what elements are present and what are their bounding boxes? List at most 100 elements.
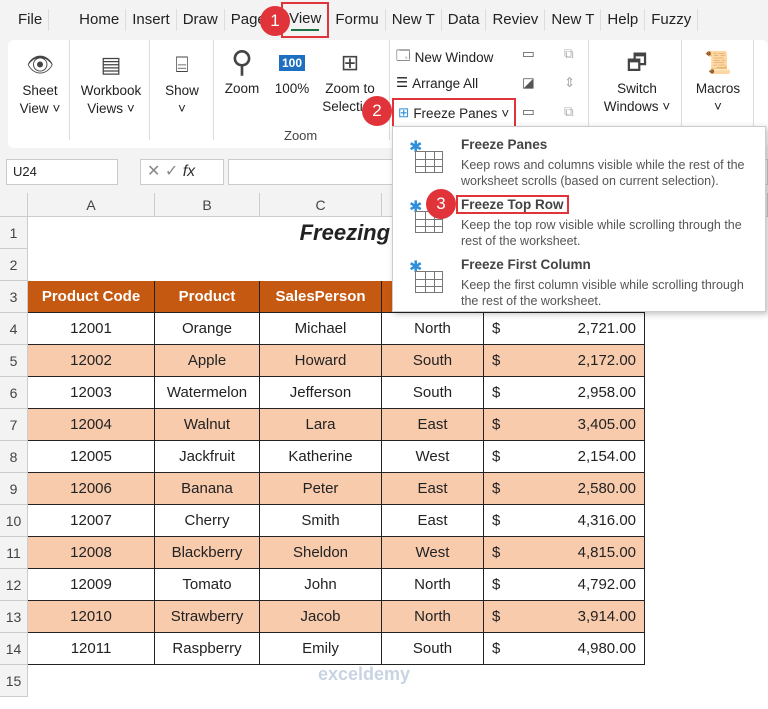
table-cell[interactable]: East: [382, 409, 484, 441]
freeze-panes-button[interactable]: ⊞ Freeze Panes ˅: [392, 98, 516, 128]
hide-button[interactable]: ◪: [522, 75, 535, 91]
table-cell[interactable]: 12008: [28, 537, 155, 569]
column-header-A[interactable]: A: [28, 193, 155, 217]
table-cell[interactable]: Raspberry: [155, 633, 260, 665]
table-cell[interactable]: John: [260, 569, 382, 601]
tab-data[interactable]: Data: [442, 9, 487, 31]
zoom-button[interactable]: ⚲ Zoom: [222, 46, 262, 98]
new-window-button[interactable]: 🗔 New Window: [396, 46, 493, 69]
table-header-cell[interactable]: SalesPerson: [260, 281, 382, 313]
sales-cell[interactable]: $3,405.00: [484, 409, 645, 441]
tab-help[interactable]: Help: [601, 9, 646, 31]
table-cell[interactable]: Tomato: [155, 569, 260, 601]
sales-cell[interactable]: $2,580.00: [484, 473, 645, 505]
row-header-14[interactable]: 14: [0, 633, 28, 665]
tab-formu[interactable]: Formu: [329, 9, 386, 31]
fx-icon[interactable]: fx: [183, 163, 195, 180]
row-header-1[interactable]: 1: [0, 217, 28, 249]
table-cell[interactable]: 12001: [28, 313, 155, 345]
table-cell[interactable]: Jacob: [260, 601, 382, 633]
sales-cell[interactable]: $2,721.00: [484, 313, 645, 345]
table-cell[interactable]: Lara: [260, 409, 382, 441]
table-cell[interactable]: Sheldon: [260, 537, 382, 569]
menu-item-freeze-first-column[interactable]: Freeze First Column Keep the first column…: [393, 251, 765, 311]
row-header-5[interactable]: 5: [0, 345, 28, 377]
tab-reviev[interactable]: Reviev: [486, 9, 546, 31]
table-cell[interactable]: Howard: [260, 345, 382, 377]
table-cell[interactable]: Watermelon: [155, 377, 260, 409]
tab-insert[interactable]: Insert: [126, 9, 177, 31]
row-header-12[interactable]: 12: [0, 569, 28, 601]
table-cell[interactable]: Walnut: [155, 409, 260, 441]
sales-cell[interactable]: $4,316.00: [484, 505, 645, 537]
sales-cell[interactable]: $2,172.00: [484, 345, 645, 377]
table-cell[interactable]: West: [382, 537, 484, 569]
cancel-icon[interactable]: ✕: [147, 163, 160, 180]
sales-cell[interactable]: $4,815.00: [484, 537, 645, 569]
table-header-cell[interactable]: Product: [155, 281, 260, 313]
table-cell[interactable]: 12004: [28, 409, 155, 441]
sync-scroll-icon[interactable]: ⇕: [564, 75, 575, 91]
column-header-B[interactable]: B: [155, 193, 260, 217]
row-header-8[interactable]: 8: [0, 441, 28, 473]
table-cell[interactable]: 12002: [28, 345, 155, 377]
table-cell[interactable]: 12010: [28, 601, 155, 633]
table-cell[interactable]: South: [382, 345, 484, 377]
sales-cell[interactable]: $4,792.00: [484, 569, 645, 601]
show-button[interactable]: ⌸ Show ˅: [156, 48, 208, 118]
table-cell[interactable]: 12007: [28, 505, 155, 537]
table-cell[interactable]: North: [382, 601, 484, 633]
column-header-C[interactable]: C: [260, 193, 382, 217]
table-cell[interactable]: North: [382, 313, 484, 345]
tab-file[interactable]: File: [12, 9, 50, 31]
table-cell[interactable]: South: [382, 633, 484, 665]
zoom-100-button[interactable]: 100 100%: [272, 46, 312, 98]
enter-icon[interactable]: ✓: [165, 163, 178, 180]
reset-position-icon[interactable]: ⧉: [564, 104, 574, 120]
sales-cell[interactable]: $3,914.00: [484, 601, 645, 633]
table-cell[interactable]: Katherine: [260, 441, 382, 473]
table-cell[interactable]: Apple: [155, 345, 260, 377]
row-header-13[interactable]: 13: [0, 601, 28, 633]
row-header-2[interactable]: 2: [0, 249, 28, 281]
unhide-button[interactable]: ▭: [522, 104, 535, 120]
select-all-corner[interactable]: [0, 193, 28, 217]
row-header-11[interactable]: 11: [0, 537, 28, 569]
tab-fuzzy[interactable]: Fuzzy: [645, 9, 699, 31]
table-cell[interactable]: Blackberry: [155, 537, 260, 569]
menu-item-freeze-panes[interactable]: Freeze Panes Keep rows and columns visibl…: [393, 131, 765, 191]
table-cell[interactable]: Smith: [260, 505, 382, 537]
table-cell[interactable]: Banana: [155, 473, 260, 505]
macros-button[interactable]: 📜 Macros ˅: [688, 46, 748, 116]
row-header-6[interactable]: 6: [0, 377, 28, 409]
table-cell[interactable]: North: [382, 569, 484, 601]
view-side-by-side-icon[interactable]: ⧉: [564, 46, 574, 62]
table-cell[interactable]: 12006: [28, 473, 155, 505]
table-cell[interactable]: Peter: [260, 473, 382, 505]
sales-cell[interactable]: $4,980.00: [484, 633, 645, 665]
table-cell[interactable]: Michael: [260, 313, 382, 345]
table-cell[interactable]: 12003: [28, 377, 155, 409]
row-header-3[interactable]: 3: [0, 281, 28, 313]
row-header-15[interactable]: 15: [0, 665, 28, 697]
table-cell[interactable]: 12011: [28, 633, 155, 665]
tab-draw[interactable]: Draw: [177, 9, 225, 31]
table-cell[interactable]: South: [382, 377, 484, 409]
table-cell[interactable]: Jefferson: [260, 377, 382, 409]
split-button[interactable]: ▭: [522, 46, 535, 62]
row-header-7[interactable]: 7: [0, 409, 28, 441]
table-cell[interactable]: Orange: [155, 313, 260, 345]
table-cell[interactable]: East: [382, 473, 484, 505]
workbook-views-button[interactable]: ▤ Workbook Views ˅: [74, 48, 148, 118]
table-cell[interactable]: Cherry: [155, 505, 260, 537]
tab-new-t[interactable]: New T: [545, 9, 602, 31]
row-header-4[interactable]: 4: [0, 313, 28, 345]
table-cell[interactable]: Jackfruit: [155, 441, 260, 473]
row-header-9[interactable]: 9: [0, 473, 28, 505]
table-header-cell[interactable]: Product Code: [28, 281, 155, 313]
table-cell[interactable]: West: [382, 441, 484, 473]
sheet-view-button[interactable]: 👁 Sheet View ˅: [12, 48, 68, 118]
name-box[interactable]: U24: [6, 159, 118, 185]
tab-home[interactable]: Home: [73, 9, 127, 31]
row-header-10[interactable]: 10: [0, 505, 28, 537]
